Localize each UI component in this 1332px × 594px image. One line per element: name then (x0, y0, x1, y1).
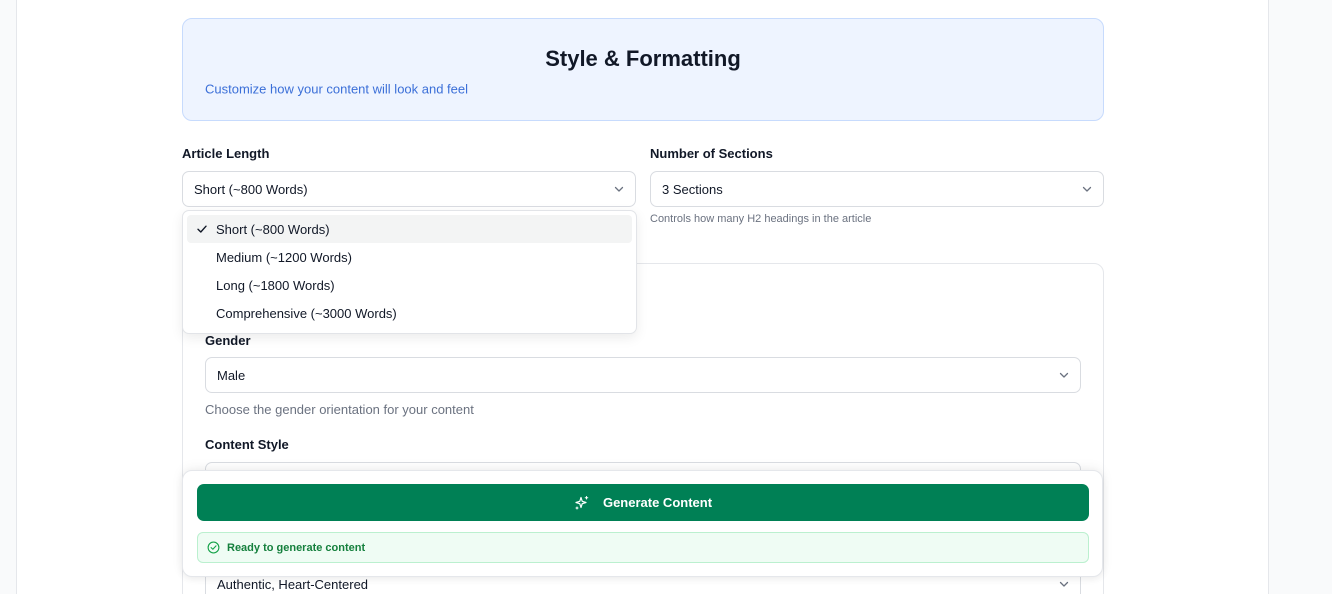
gender-value: Male (217, 367, 246, 383)
content-style-label: Content Style (205, 437, 289, 452)
chevron-down-icon (1082, 184, 1092, 194)
gender-select[interactable]: Male (205, 357, 1081, 393)
sections-hint: Controls how many H2 headings in the art… (650, 213, 872, 225)
article-length-label: Article Length (182, 146, 270, 161)
dropdown-option-label: Short (~800 Words) (216, 221, 330, 237)
section-subtitle: Customize how your content will look and… (205, 81, 469, 97)
check-circle-icon (207, 541, 220, 554)
sections-value: 3 Sections (662, 181, 723, 197)
dropdown-option-comprehensive[interactable]: Comprehensive (~3000 Words) (187, 299, 632, 327)
dropdown-option-short[interactable]: Short (~800 Words) (187, 215, 632, 243)
chevron-down-icon (1059, 370, 1069, 380)
status-message: Ready to generate content (197, 532, 1089, 563)
section-title: Style & Formatting (545, 46, 741, 71)
dropdown-option-label: Medium (~1200 Words) (216, 249, 352, 265)
section-header: Style & Formatting Customize how your co… (182, 18, 1104, 121)
generate-button-label: Generate Content (602, 495, 713, 510)
chevron-down-icon (1059, 579, 1069, 589)
dropdown-option-label: Long (~1800 Words) (216, 277, 335, 293)
sections-select[interactable]: 3 Sections (650, 171, 1104, 207)
dropdown-option-long[interactable]: Long (~1800 Words) (187, 271, 632, 299)
chevron-down-icon (614, 184, 624, 194)
check-icon (196, 223, 208, 235)
dropdown-option-medium[interactable]: Medium (~1200 Words) (187, 243, 632, 271)
article-length-select[interactable]: Short (~800 Words) (182, 171, 636, 207)
article-length-value: Short (~800 Words) (194, 181, 308, 197)
tone-value: Authentic, Heart-Centered (217, 576, 369, 592)
gender-hint: Choose the gender orientation for your c… (205, 402, 474, 417)
sections-label: Number of Sections (650, 146, 773, 161)
status-text: Ready to generate content (227, 541, 366, 554)
generate-panel: Generate Content Ready to generate conte… (182, 470, 1103, 577)
dropdown-option-label: Comprehensive (~3000 Words) (216, 305, 397, 321)
generate-content-button[interactable]: Generate Content (197, 484, 1089, 521)
gender-label: Gender (205, 333, 251, 348)
article-length-dropdown: Short (~800 Words) Medium (~1200 Words) … (182, 210, 637, 334)
sparkles-icon (574, 495, 590, 511)
